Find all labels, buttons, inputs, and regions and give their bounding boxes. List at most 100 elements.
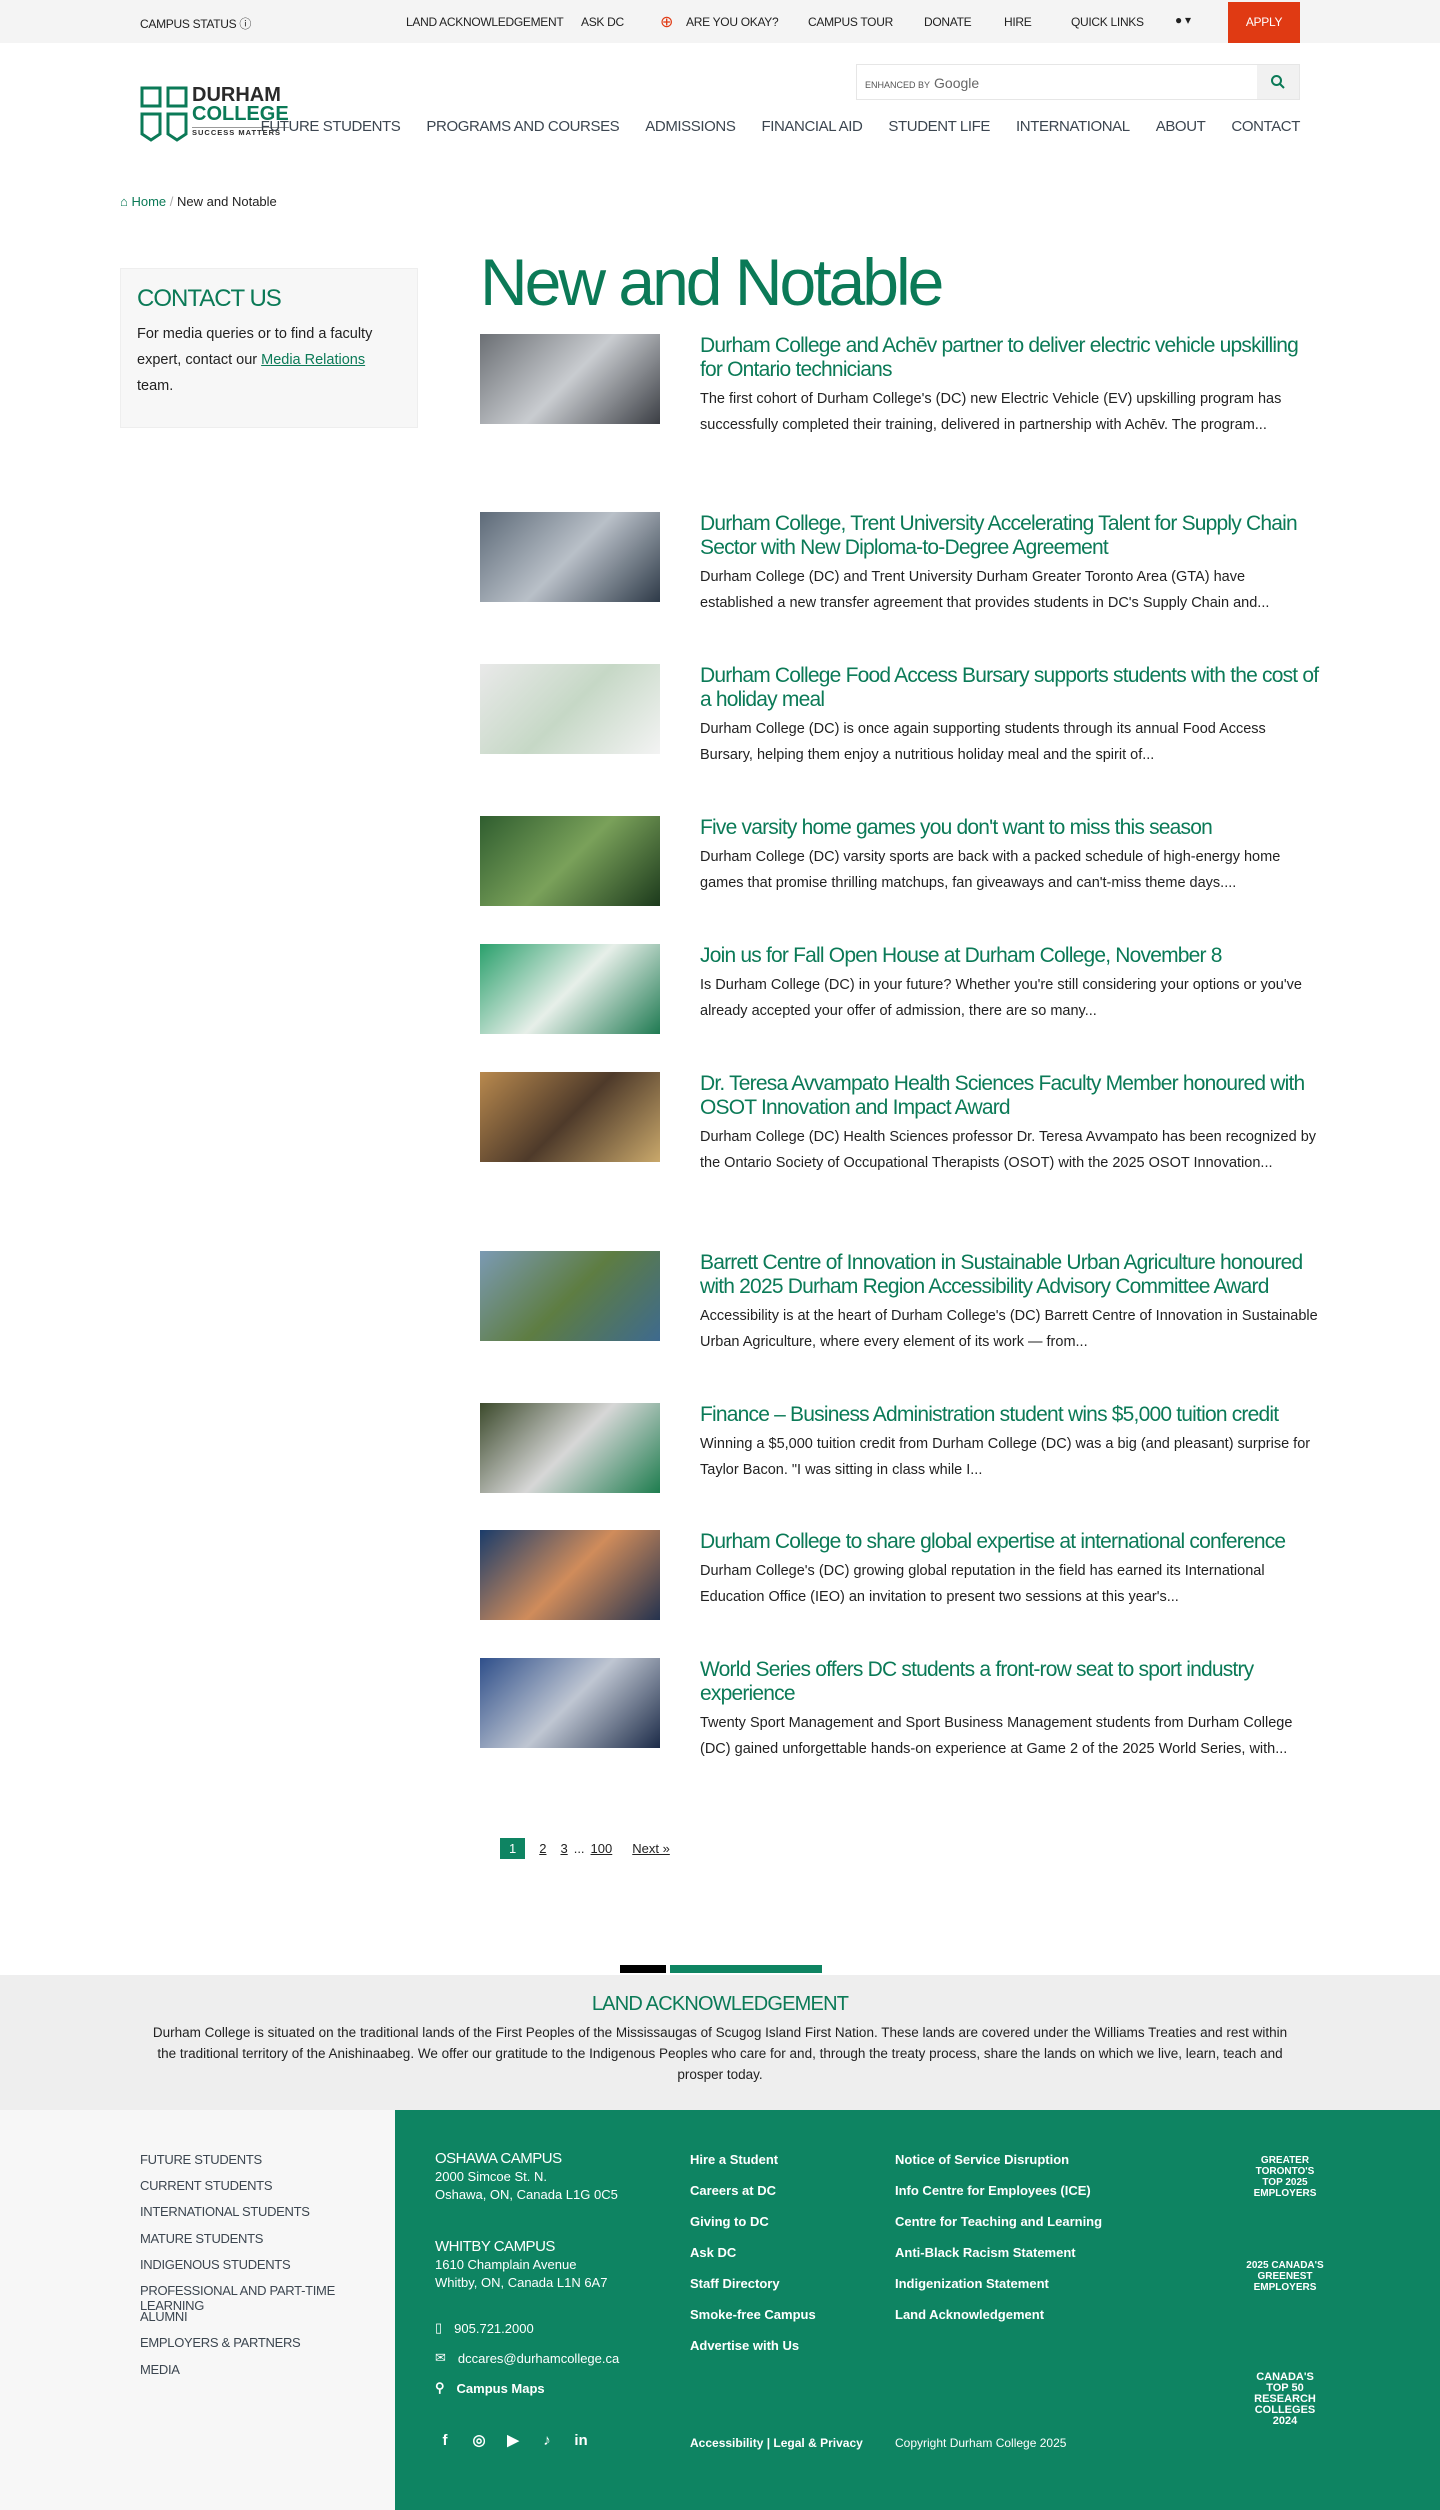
footer-link[interactable]: Hire a Student: [690, 2152, 816, 2183]
article-title-link[interactable]: Durham College to share global expertise…: [700, 1530, 1286, 1553]
footer-audience-link[interactable]: INDIGENOUS STUDENTS: [140, 2257, 395, 2283]
campus-maps-link[interactable]: ⚲ Campus Maps: [435, 2380, 545, 2396]
nav-admissions[interactable]: ADMISSIONS: [645, 118, 736, 135]
nav-programs-and-courses[interactable]: PROGRAMS AND COURSES: [426, 118, 619, 135]
footer-audience-link[interactable]: FUTURE STUDENTS: [140, 2152, 395, 2178]
article-excerpt: Twenty Sport Management and Sport Busine…: [700, 1715, 1293, 1757]
user-account-menu[interactable]: ● ▾: [1175, 13, 1191, 27]
tiktok-icon[interactable]: ♪: [537, 2430, 557, 2450]
footer-main: OSHAWA CAMPUS 2000 Simcoe St. N. Oshawa,…: [395, 2110, 1440, 2510]
decorative-bars: [620, 1965, 822, 1973]
phone-contact[interactable]: ▯ 905.721.2000: [435, 2320, 534, 2336]
footer-audience-link[interactable]: INTERNATIONAL STUDENTS: [140, 2204, 395, 2230]
campus-maps-label: Campus Maps: [456, 2380, 545, 2396]
article-body: Dr. Teresa Avvampato Health Sciences Fac…: [700, 1072, 1320, 1176]
footer-audience-link[interactable]: MATURE STUDENTS: [140, 2231, 395, 2257]
legal-privacy-link[interactable]: Legal & Privacy: [773, 2436, 862, 2450]
footer-link[interactable]: Careers at DC: [690, 2183, 816, 2214]
hire-link[interactable]: HIRE: [1004, 15, 1032, 29]
campus-tour-link[interactable]: CAMPUS TOUR: [808, 15, 893, 29]
footer-link[interactable]: Anti-Black Racism Statement: [895, 2245, 1102, 2276]
footer-audience-link[interactable]: PROFESSIONAL AND PART-TIME LEARNING: [140, 2283, 395, 2313]
copyright: Copyright Durham College 2025: [895, 2436, 1067, 2450]
next-page-link[interactable]: Next »: [632, 1841, 670, 1856]
article-title-link[interactable]: Durham College and Achēv partner to deli…: [700, 334, 1299, 381]
footer-link[interactable]: Notice of Service Disruption: [895, 2152, 1102, 2183]
footer-link[interactable]: Giving to DC: [690, 2214, 816, 2245]
search-input[interactable]: ENHANCED BY Google: [865, 75, 979, 91]
article-thumbnail[interactable]: [480, 1530, 660, 1620]
enhanced-by-label: ENHANCED BY: [865, 80, 931, 90]
article-thumbnail[interactable]: [480, 512, 660, 602]
article-title-link[interactable]: Barrett Centre of Innovation in Sustaina…: [700, 1251, 1303, 1298]
breadcrumb: ⌂ Home / New and Notable: [120, 194, 277, 209]
footer-link[interactable]: Land Acknowledgement: [895, 2307, 1102, 2338]
article-thumbnail[interactable]: [480, 1072, 660, 1162]
article-excerpt: Durham College (DC) and Trent University…: [700, 569, 1270, 611]
article-thumbnail[interactable]: [480, 1251, 660, 1341]
nav-financial-aid[interactable]: FINANCIAL AID: [761, 118, 862, 135]
oshawa-address-1: 2000 Simcoe St. N.: [435, 2169, 547, 2184]
nav-future-students[interactable]: FUTURE STUDENTS: [261, 118, 401, 135]
footer-link[interactable]: Centre for Teaching and Learning: [895, 2214, 1102, 2245]
land-acknowledgement-link[interactable]: LAND ACKNOWLEDGEMENT: [406, 15, 564, 29]
page-link-2[interactable]: 2: [539, 1841, 546, 1856]
footer-link[interactable]: Staff Directory: [690, 2276, 816, 2307]
article-body: Durham College and Achēv partner to deli…: [700, 334, 1320, 438]
nav-international[interactable]: INTERNATIONAL: [1016, 118, 1130, 135]
footer-link[interactable]: Info Centre for Employees (ICE): [895, 2183, 1102, 2214]
campus-status-link[interactable]: CAMPUS STATUS ⓘ: [140, 15, 251, 32]
nav-contact[interactable]: CONTACT: [1231, 118, 1300, 135]
quick-links-link[interactable]: QUICK LINKS: [1071, 15, 1144, 29]
nav-student-life[interactable]: STUDENT LIFE: [888, 118, 990, 135]
article-title-link[interactable]: Finance – Business Administration studen…: [700, 1403, 1279, 1426]
legal-links: Accessibility | Legal & Privacy: [690, 2436, 863, 2450]
search-button[interactable]: [1257, 65, 1299, 99]
page-current[interactable]: 1: [500, 1838, 526, 1859]
article-thumbnail[interactable]: [480, 816, 660, 906]
article-body: Durham College Food Access Bursary suppo…: [700, 664, 1320, 768]
footer-link[interactable]: Smoke-free Campus: [690, 2307, 816, 2338]
breadcrumb-current: New and Notable: [177, 194, 277, 209]
footer-link[interactable]: Indigenization Statement: [895, 2276, 1102, 2307]
footer-audience-link[interactable]: MEDIA: [140, 2362, 395, 2388]
footer-audience-link[interactable]: EMPLOYERS & PARTNERS: [140, 2335, 395, 2361]
are-you-okay-link[interactable]: ARE YOU OKAY?: [686, 15, 779, 29]
media-relations-link[interactable]: Media Relations: [261, 352, 365, 368]
article-thumbnail[interactable]: [480, 664, 660, 754]
article-title-link[interactable]: World Series offers DC students a front-…: [700, 1658, 1254, 1705]
top-employers-badge: GREATER TORONTO'S TOP 2025 EMPLOYERS: [1253, 2155, 1317, 2199]
article-title-link[interactable]: Five varsity home games you don't want t…: [700, 816, 1213, 839]
article-thumbnail[interactable]: [480, 1658, 660, 1748]
apply-button[interactable]: APPLY: [1228, 2, 1300, 43]
email-address: dccares@durhamcollege.ca: [457, 2350, 620, 2366]
linkedin-icon[interactable]: in: [571, 2430, 591, 2450]
instagram-icon[interactable]: ◎: [469, 2430, 489, 2450]
article-title-link[interactable]: Dr. Teresa Avvampato Health Sciences Fac…: [700, 1072, 1305, 1119]
article-thumbnail[interactable]: [480, 944, 660, 1034]
breadcrumb-home[interactable]: ⌂ Home: [120, 194, 166, 209]
footer-link[interactable]: Ask DC: [690, 2245, 816, 2276]
article-thumbnail[interactable]: [480, 334, 660, 424]
whitby-address-2: Whitby, ON, Canada L1N 6A7: [435, 2275, 608, 2290]
article-title-link[interactable]: Join us for Fall Open House at Durham Co…: [700, 944, 1222, 967]
article-title-link[interactable]: Durham College Food Access Bursary suppo…: [700, 664, 1319, 711]
facebook-icon[interactable]: f: [435, 2430, 455, 2450]
phone-number: 905.721.2000: [454, 2320, 534, 2336]
page-link-3[interactable]: 3: [560, 1841, 567, 1856]
donate-link[interactable]: DONATE: [924, 15, 972, 29]
article-thumbnail[interactable]: [480, 1403, 660, 1493]
footer-audience-link[interactable]: CURRENT STUDENTS: [140, 2178, 395, 2204]
page-title: New and Notable: [480, 245, 944, 319]
accessibility-link[interactable]: Accessibility: [690, 2436, 763, 2450]
mail-icon: ✉: [435, 2350, 446, 2365]
youtube-icon[interactable]: ▶: [503, 2430, 523, 2450]
footer-link[interactable]: Advertise with Us: [690, 2338, 816, 2369]
email-contact[interactable]: ✉ dccares@durhamcollege.ca: [435, 2350, 619, 2366]
nav-about[interactable]: ABOUT: [1156, 118, 1206, 135]
article-excerpt: Durham College (DC) Health Sciences prof…: [700, 1129, 1317, 1171]
page-link-last[interactable]: 100: [591, 1841, 613, 1856]
ask-dc-link[interactable]: ASK DC: [581, 15, 624, 29]
footer-audience-link[interactable]: ALUMNI: [140, 2309, 395, 2335]
article-title-link[interactable]: Durham College, Trent University Acceler…: [700, 512, 1298, 559]
